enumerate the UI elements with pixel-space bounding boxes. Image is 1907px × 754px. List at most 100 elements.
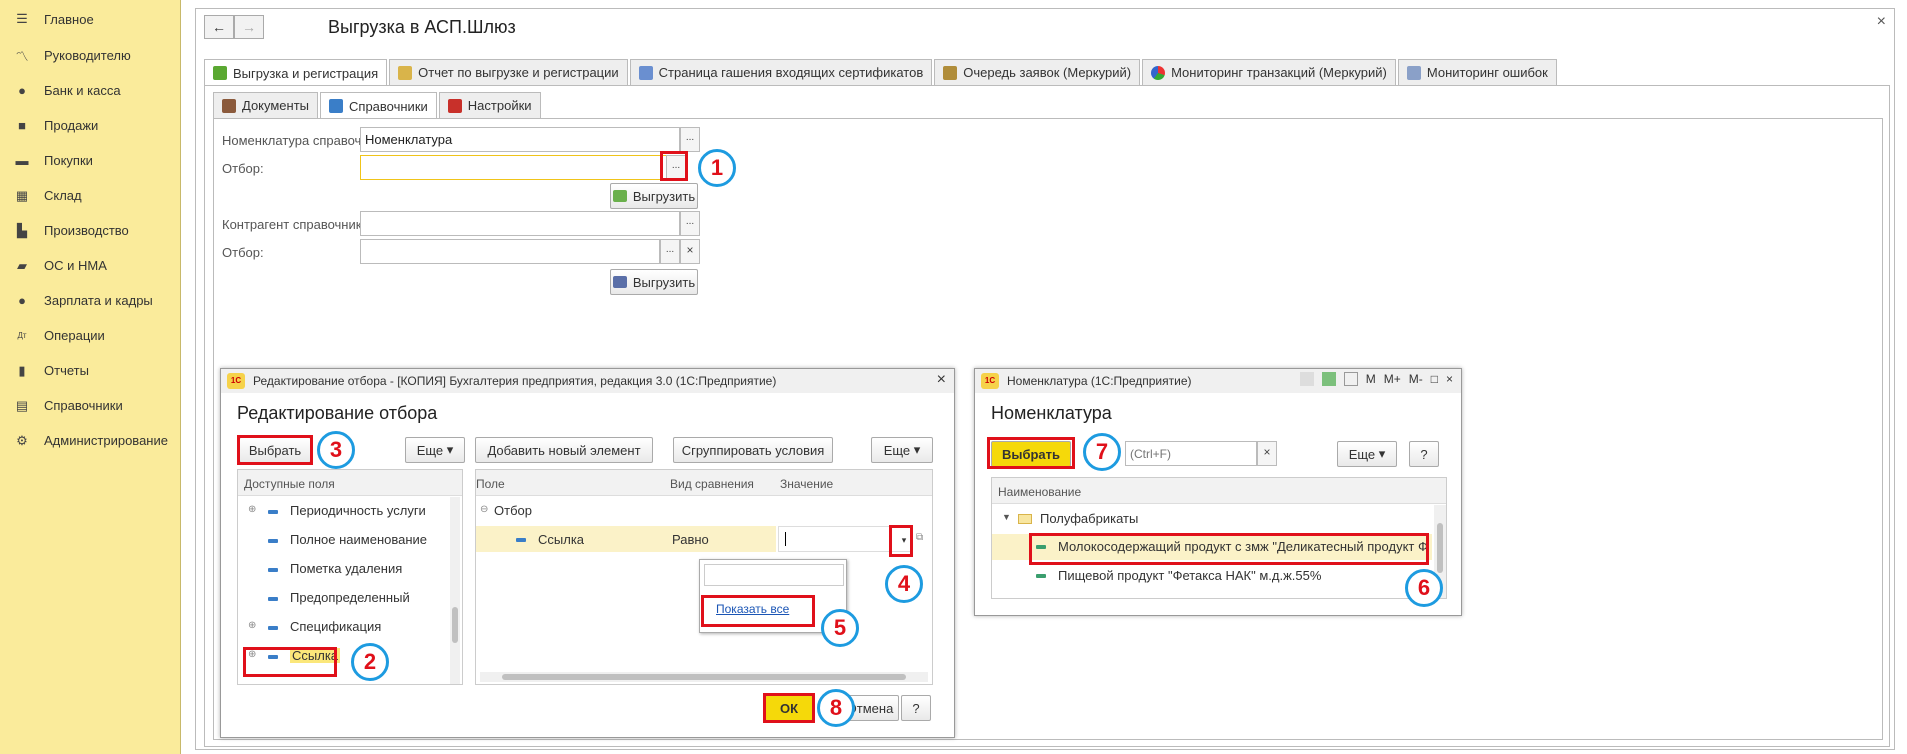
list-item[interactable]: Предопределенный: [290, 590, 410, 605]
sidebar-item-purchases[interactable]: ▬ Покупки: [0, 143, 180, 178]
briefcase-icon: [222, 98, 236, 113]
truck-icon: ▰: [17, 257, 27, 273]
sidebar: ☰ Главное 〽 Руководителю ● Банк и касса ■ Пр…: [0, 0, 181, 754]
sidebar-item-warehouse[interactable]: ▦ Склад: [0, 178, 180, 213]
more-button-2[interactable]: Еще ▾: [871, 437, 933, 463]
h-scrollbar[interactable]: [480, 672, 928, 682]
upload-contractor-button[interactable]: Выгрузить: [610, 269, 698, 295]
sidebar-item-label: Покупки: [44, 153, 93, 168]
memory-icon[interactable]: M: [1366, 372, 1376, 386]
search-clear-button[interactable]: ×: [1257, 441, 1277, 466]
sidebar-item-salary[interactable]: ● Зарплата и кадры: [0, 283, 180, 318]
close-icon[interactable]: ×: [1446, 372, 1453, 386]
nomenclature-filter-field[interactable]: [360, 155, 680, 180]
tab-request-queue[interactable]: Очередь заявок (Меркурий): [934, 59, 1141, 85]
tab-upload-registration[interactable]: Выгрузка и регистрация: [204, 59, 388, 86]
dialog-title: Номенклатура (1С:Предприятие): [1007, 374, 1192, 388]
monitor-icon: [1406, 65, 1421, 80]
collapse-icon[interactable]: ⊖: [480, 504, 488, 515]
tab-documents[interactable]: Документы: [213, 92, 319, 118]
search-input[interactable]: [1125, 441, 1257, 466]
folder-row[interactable]: Полуфабрикаты: [1040, 511, 1138, 526]
sidebar-item-production[interactable]: ▙ Производство: [0, 213, 180, 248]
filter-label: Отбор:: [222, 161, 264, 176]
nomenclature-select-button[interactable]: ...: [680, 127, 700, 152]
tab-upload-report[interactable]: Отчет по выгрузке и регистрации: [389, 59, 628, 85]
filter2-clear-button[interactable]: ×: [680, 239, 700, 264]
maximize-icon[interactable]: □: [1431, 372, 1438, 386]
back-button[interactable]: ←: [204, 15, 234, 39]
sidebar-item-assets[interactable]: ▰ ОС и НМА: [0, 248, 180, 283]
sidebar-item-references[interactable]: ▤ Справочники: [0, 388, 180, 423]
table-row[interactable]: Пищевой продукт "Фетакса НАК" м.д.ж.55%: [1058, 568, 1321, 583]
tab-label: Настройки: [467, 98, 532, 113]
group-conditions-button[interactable]: Сгруппировать условия: [673, 437, 833, 463]
step-marker-4: 4: [885, 565, 923, 603]
list-item[interactable]: Периодичность услуги: [290, 503, 426, 518]
list-item[interactable]: Полное наименование: [290, 532, 427, 547]
sidebar-item-manager[interactable]: 〽 Руководителю: [0, 38, 180, 73]
contractor-select-button[interactable]: ...: [680, 211, 700, 236]
tab-errors[interactable]: Мониторинг ошибок: [1397, 59, 1557, 85]
memory-minus-icon[interactable]: M-: [1409, 372, 1423, 386]
contractor-ref-field[interactable]: [360, 211, 680, 236]
highlight-box: [243, 647, 337, 677]
filter2-select-button[interactable]: ...: [660, 239, 680, 264]
more-button[interactable]: Еще ▾: [1337, 441, 1397, 467]
tab-references[interactable]: Справочники: [320, 92, 437, 119]
sidebar-item-bank[interactable]: ● Банк и касса: [0, 73, 180, 108]
expand-icon[interactable]: ⊕: [248, 620, 256, 631]
upload-nomenclature-button[interactable]: Выгрузить: [610, 183, 698, 209]
condition-field[interactable]: Ссылка: [538, 532, 584, 547]
condition-compare[interactable]: Равно: [672, 532, 709, 547]
filter2-label: Отбор:: [222, 245, 264, 260]
group-row[interactable]: Отбор: [494, 503, 532, 518]
tab-certificates[interactable]: Страница гашения входящих сертификатов: [629, 59, 933, 85]
sidebar-item-main[interactable]: ☰ Главное: [0, 0, 180, 38]
tab-settings[interactable]: Настройки: [438, 92, 541, 118]
dialog-title: Редактирование отбора - [КОПИЯ] Бухгалте…: [253, 374, 777, 388]
sidebar-item-sales[interactable]: ■ Продажи: [0, 108, 180, 143]
memory-plus-icon[interactable]: M+: [1384, 372, 1401, 386]
more-button[interactable]: Еще ▾: [405, 437, 465, 463]
tab-label: Документы: [242, 98, 310, 113]
nomenclature-ref-field[interactable]: Номенклатура: [360, 127, 680, 152]
column-header: Доступные поля: [238, 470, 462, 496]
sidebar-item-admin[interactable]: ⚙ Администрирование: [0, 423, 180, 458]
forward-button[interactable]: →: [234, 15, 264, 39]
scrollbar[interactable]: [450, 497, 460, 684]
page-title: Выгрузка в АСП.Шлюз: [328, 17, 516, 37]
close-icon[interactable]: ×: [1877, 13, 1886, 31]
nomenclature-dialog: 1С Номенклатура (1С:Предприятие) M M+ M- …: [974, 368, 1462, 616]
add-element-button[interactable]: Добавить новый элемент: [475, 437, 653, 463]
sidebar-item-label: ОС и НМА: [44, 258, 107, 273]
open-icon[interactable]: ⧉: [916, 532, 923, 543]
people-icon: [612, 276, 627, 288]
step-marker-1: 1: [698, 149, 736, 187]
highlight-box: [763, 693, 815, 723]
scroll-thumb[interactable]: [502, 674, 906, 680]
help-button[interactable]: ?: [901, 695, 931, 721]
field-icon: [268, 568, 278, 572]
sidebar-item-operations[interactable]: Дт Операции: [0, 318, 180, 353]
close-icon[interactable]: ×: [937, 371, 946, 389]
step-marker-8: 8: [817, 689, 855, 727]
scroll-thumb[interactable]: [452, 607, 458, 643]
scroll-thumb[interactable]: [1437, 523, 1443, 573]
button-label: Выгрузить: [632, 274, 696, 290]
calculator-icon[interactable]: [1321, 372, 1336, 386]
sub-tabs: Документы Справочники Настройки: [213, 92, 543, 119]
print-icon[interactable]: [1299, 372, 1314, 386]
contractor-filter-field[interactable]: [360, 239, 660, 264]
filter-edit-dialog: 1С Редактирование отбора - [КОПИЯ] Бухгал…: [220, 368, 955, 738]
list-item[interactable]: Пометка удаления: [290, 561, 402, 576]
dropdown-search[interactable]: [704, 564, 844, 586]
calendar-icon[interactable]: [1343, 372, 1358, 386]
sidebar-item-reports[interactable]: ▮ Отчеты: [0, 353, 180, 388]
sidebar-item-label: Производство: [44, 223, 129, 238]
help-button[interactable]: ?: [1409, 441, 1439, 467]
collapse-arrow-icon[interactable]: ▼: [1002, 512, 1011, 522]
expand-icon[interactable]: ⊕: [248, 504, 256, 515]
list-item[interactable]: Спецификация: [290, 619, 381, 634]
tab-transactions[interactable]: Мониторинг транзакций (Меркурий): [1142, 59, 1396, 85]
